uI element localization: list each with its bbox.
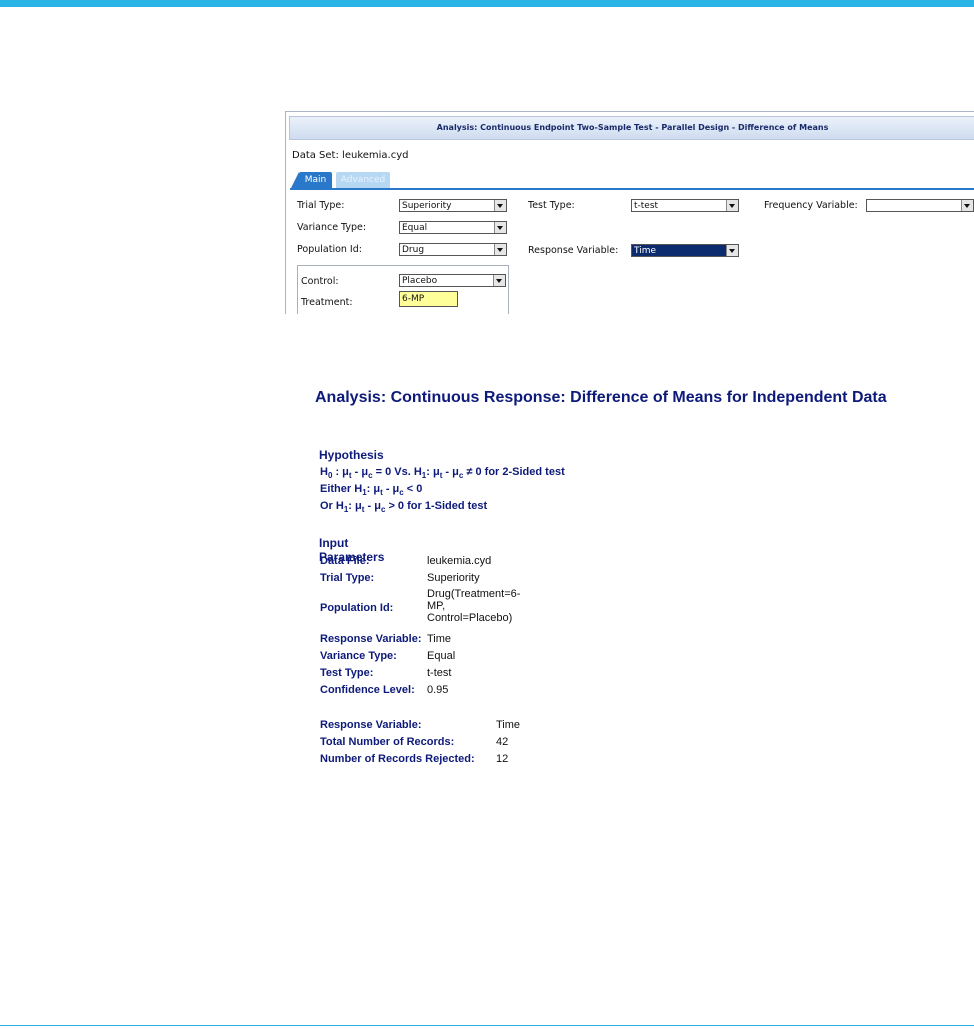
response-variable-label: Response Variable:	[528, 245, 619, 256]
trial-type-value: Superiority	[402, 201, 452, 211]
chevron-down-icon[interactable]	[494, 200, 506, 211]
param-value: leukemia.cyd	[427, 555, 492, 567]
hypothesis-line-either: Either H1: μt - μc < 0	[320, 483, 423, 498]
param-key: Trial Type:	[320, 572, 375, 584]
param-key: Variance Type:	[320, 650, 397, 662]
param-value: t-test	[427, 667, 452, 679]
summary-value: 42	[496, 736, 509, 748]
analysis-dialog: Analysis: Continuous Endpoint Two-Sample…	[285, 111, 974, 314]
param-key: Response Variable:	[320, 633, 422, 645]
param-value: 0.95	[427, 684, 449, 696]
control-value: Placebo	[402, 276, 438, 286]
frequency-variable-label: Frequency Variable:	[764, 200, 858, 211]
tab-underline	[290, 188, 974, 190]
trial-type-label: Trial Type:	[297, 200, 345, 211]
test-type-label: Test Type:	[528, 200, 575, 211]
param-value: Equal	[427, 650, 456, 662]
param-key: Confidence Level:	[320, 684, 415, 696]
chevron-down-icon[interactable]	[494, 222, 506, 233]
variance-type-select[interactable]: Equal	[399, 221, 507, 234]
population-id-label: Population Id:	[297, 244, 362, 255]
test-type-select[interactable]: t-test	[631, 199, 739, 212]
hypothesis-line-or: Or H1: μt - μc > 0 for 1-Sided test	[320, 500, 488, 515]
chevron-down-icon[interactable]	[726, 245, 738, 256]
chevron-down-icon[interactable]	[493, 275, 505, 286]
variance-type-value: Equal	[402, 223, 428, 233]
hypothesis-line-2sided: H0 : μt - μc = 0 Vs. H1: μt - μc ≠ 0 for…	[320, 466, 565, 481]
hypothesis-heading: Hypothesis	[319, 448, 384, 462]
control-select[interactable]: Placebo	[399, 274, 506, 287]
param-key: Test Type:	[320, 667, 374, 679]
population-id-value: Drug	[402, 245, 425, 255]
summary-key: Total Number of Records:	[320, 736, 455, 748]
population-id-select[interactable]: Drug	[399, 243, 507, 256]
summary-value: 12	[496, 753, 509, 765]
summary-key: Response Variable:	[320, 719, 422, 731]
summary-key: Number of Records Rejected:	[320, 753, 475, 765]
treatment-field[interactable]: 6-MP	[399, 291, 458, 307]
dataset-line: Data Set: leukemia.cyd	[292, 150, 409, 161]
dataset-label: Data Set:	[292, 150, 339, 161]
tab-main[interactable]: Main	[291, 172, 332, 188]
param-key: Data File:	[320, 555, 370, 567]
test-type-value: t-test	[634, 201, 659, 211]
response-variable-value: Time	[634, 246, 657, 256]
frequency-variable-select[interactable]	[866, 199, 974, 212]
top-accent-bar	[0, 0, 974, 7]
treatment-label: Treatment:	[301, 297, 353, 308]
param-key: Population Id:	[320, 602, 394, 614]
variance-type-label: Variance Type:	[297, 222, 367, 233]
tab-advanced[interactable]: Advanced	[336, 172, 390, 188]
dataset-value: leukemia.cyd	[342, 150, 409, 161]
response-variable-select[interactable]: Time	[631, 244, 739, 257]
control-label: Control:	[301, 276, 339, 287]
report-title: Analysis: Continuous Response: Differenc…	[315, 389, 887, 406]
bottom-divider	[0, 1025, 974, 1026]
chevron-down-icon[interactable]	[726, 200, 738, 211]
param-value: Time	[427, 633, 452, 645]
dialog-title: Analysis: Continuous Endpoint Two-Sample…	[289, 116, 974, 140]
summary-value: Time	[496, 719, 521, 731]
param-value: Superiority	[427, 572, 480, 584]
trial-type-select[interactable]: Superiority	[399, 199, 507, 212]
chevron-down-icon[interactable]	[494, 244, 506, 255]
param-value-multiline: Drug(Treatment=6- MP, Control=Placebo)	[427, 588, 521, 624]
chevron-down-icon[interactable]	[961, 200, 973, 211]
